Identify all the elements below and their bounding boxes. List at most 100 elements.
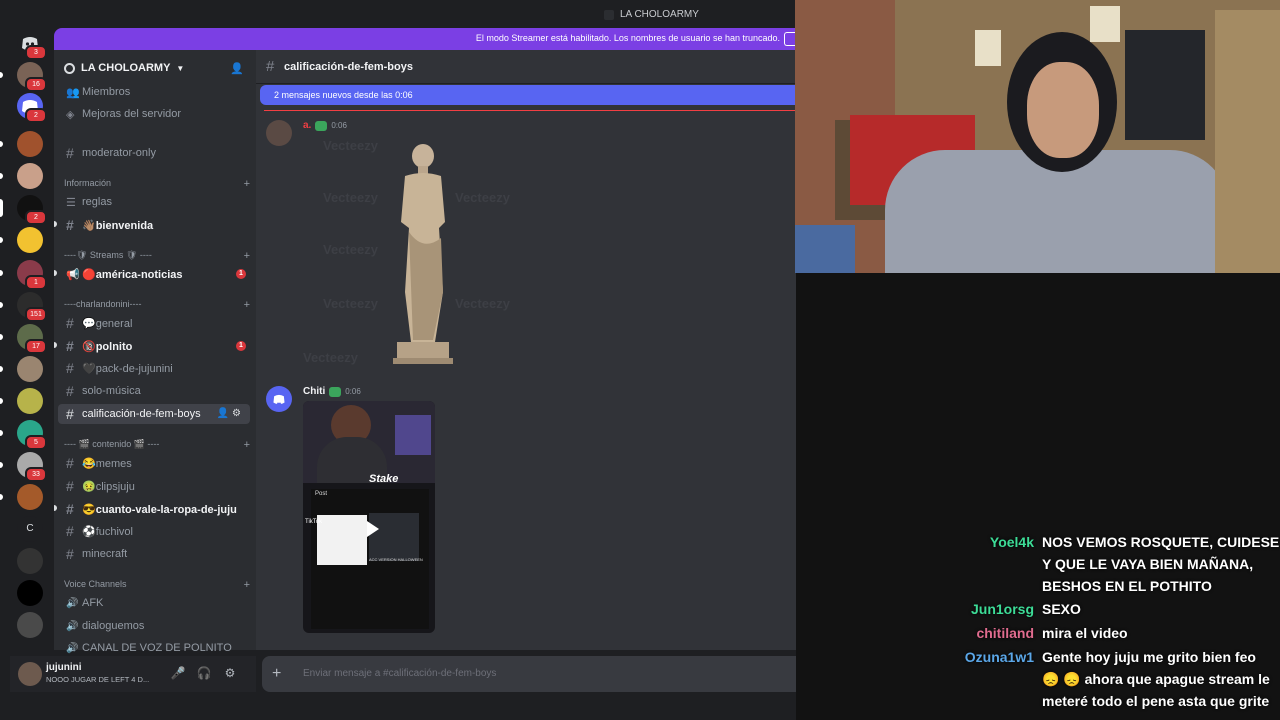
message-avatar[interactable]: [266, 120, 292, 146]
unread-indicator: [54, 221, 57, 227]
unread-indicator: [54, 342, 57, 348]
discord-home-icon[interactable]: 3: [17, 30, 47, 60]
chat-username: Ozuna1w1: [964, 649, 1034, 665]
voice-channel-polnito[interactable]: 🔊 CANAL DE VOZ DE POLNITO: [58, 638, 250, 658]
server-icon-13[interactable]: 33: [0, 452, 47, 482]
headphones-icon[interactable]: 🎧: [196, 666, 212, 682]
channel-pack-de-jujunini[interactable]: # 🖤pack-de-jujunini: [58, 358, 250, 378]
chat-username: [960, 668, 1034, 712]
channel-polnito[interactable]: # 🔞polnito 1: [58, 336, 250, 356]
screen: LA CHOLOARMY El modo Streamer está habil…: [0, 0, 1280, 720]
stream-chat-line: Yoel4k NOS VEMOS ROSQUETE, CUIDESE Y QUE…: [960, 531, 1280, 597]
message-author[interactable]: a.: [303, 120, 311, 131]
add-channel-icon[interactable]: +: [244, 178, 250, 192]
hash-icon: #: [66, 478, 74, 494]
members-item[interactable]: 👥 Miembros: [58, 82, 250, 102]
composer-placeholder: Enviar mensaje a #calificación-de-fem-bo…: [303, 668, 497, 679]
user-settings-gear-icon[interactable]: ⚙: [222, 666, 238, 682]
unread-indicator: [54, 270, 57, 276]
add-attachment-icon[interactable]: +: [272, 665, 281, 683]
channel-fuchivol[interactable]: # ⚽fuchivol: [58, 521, 250, 541]
bottom-strip: [0, 700, 796, 720]
server-icon-18[interactable]: [17, 612, 43, 638]
channel-moderator-only[interactable]: # moderator-only: [58, 143, 250, 163]
add-channel-icon[interactable]: +: [244, 579, 250, 593]
invite-user-icon[interactable]: 👤: [230, 62, 244, 75]
user-avatar[interactable]: [18, 662, 42, 686]
hash-icon: #: [66, 383, 74, 399]
channel-calificacion-de-fem-boys[interactable]: # calificación-de-fem-boys 👤⚙: [58, 404, 250, 424]
statue-figure: [393, 144, 453, 364]
server-icon-10[interactable]: [0, 356, 43, 382]
hash-icon: #: [66, 315, 74, 331]
category-voice-channels[interactable]: Voice Channels +: [64, 579, 250, 593]
server-icon-8[interactable]: 151: [0, 292, 47, 322]
message-time: 0:06: [331, 121, 347, 130]
microphone-icon[interactable]: 🎤: [170, 666, 186, 682]
server-icon-3[interactable]: [0, 131, 43, 157]
server-icon-17[interactable]: [17, 580, 43, 606]
category-streams[interactable]: ----🛡 Streams 🛡 ---- +: [64, 250, 250, 264]
boost-icon: ◈: [66, 108, 75, 121]
server-badge: 2: [25, 108, 47, 123]
channel-minecraft[interactable]: # minecraft: [58, 544, 250, 564]
category-informacion[interactable]: Información +: [64, 178, 250, 192]
mention-badge: 1: [236, 341, 246, 351]
channel-clipsjuju[interactable]: # 🤢clipsjuju: [58, 476, 250, 496]
chat-message: Gente hoy juju me grito bien feo: [1042, 649, 1256, 665]
message-author[interactable]: Chiti: [303, 386, 325, 397]
channel-reglas[interactable]: ☰ reglas: [58, 192, 250, 212]
server-icon-12[interactable]: 5: [0, 420, 47, 450]
window-title-text: LA CHOLOARMY: [620, 9, 699, 20]
category-charlandonini[interactable]: ----charlandonini---- +: [64, 299, 250, 313]
speaker-icon: 🔊: [66, 597, 79, 609]
hash-icon: #: [266, 58, 275, 75]
watermark-text: Vecteezy: [303, 350, 358, 365]
new-messages-bar[interactable]: 2 mensajes nuevos desde las 0:06: [260, 85, 796, 105]
server-icon-2[interactable]: 2: [17, 93, 47, 123]
message-composer[interactable]: + Enviar mensaje a #calificación-de-fem-…: [262, 656, 796, 692]
server-icon-16[interactable]: [17, 548, 43, 574]
add-channel-icon[interactable]: +: [244, 250, 250, 264]
message-avatar[interactable]: [266, 386, 292, 412]
server-icon-c[interactable]: C: [17, 516, 43, 542]
play-icon[interactable]: [367, 521, 379, 537]
channel-america-noticias[interactable]: 📢 🔴américa-noticias 1: [58, 264, 250, 284]
category-contenido[interactable]: ---- 🎬 contenido 🎬 ---- +: [64, 439, 250, 453]
add-channel-icon[interactable]: +: [244, 299, 250, 313]
channel-general[interactable]: # 💬general: [58, 313, 250, 333]
server-boosts-item[interactable]: ◈ Mejoras del servidor: [58, 104, 250, 124]
channel-sidebar: LA CHOLOARMY ▼ 👤 👥 Miembros ◈ Mejoras del …: [54, 50, 256, 654]
voice-channel-dialoguemos[interactable]: 🔊 dialoguemos: [58, 616, 250, 636]
server-icon-7[interactable]: 1: [0, 260, 47, 290]
add-channel-icon[interactable]: +: [244, 439, 250, 453]
server-header[interactable]: LA CHOLOARMY ▼: [64, 60, 244, 76]
watermark-text: Vecteezy: [323, 296, 378, 311]
chat-area: # calificación-de-fem-boys 2 mensajes nu…: [256, 50, 796, 650]
server-badge: 17: [25, 339, 47, 354]
server-icon-9[interactable]: 17: [0, 324, 47, 354]
server-icon-14[interactable]: [0, 484, 43, 510]
chat-username: Yoel4k: [989, 534, 1034, 550]
video-attachment[interactable]: Stake Post ACC VERSION HALLOWEEN TikTok: [303, 401, 435, 633]
hash-icon: #: [66, 406, 74, 422]
channel-actions[interactable]: 👤⚙: [217, 408, 244, 419]
server-badge: 2: [25, 210, 47, 225]
window-title: LA CHOLOARMY: [604, 9, 699, 20]
statue-image[interactable]: Vecteezy Vecteezy Vecteezy Vecteezy Vect…: [303, 138, 543, 368]
channel-solo-musica[interactable]: # solo-música: [58, 381, 250, 401]
channel-memes[interactable]: # 😂memes: [58, 453, 250, 473]
chat-message: mira el video: [1042, 625, 1128, 641]
discord-logo-icon: [273, 394, 285, 404]
channel-bienvenida[interactable]: # 👋🏽bienvenida: [58, 215, 250, 235]
server-icon-6[interactable]: [0, 227, 43, 253]
server-icon-4[interactable]: [0, 163, 43, 189]
server-icon-1[interactable]: 16: [0, 62, 47, 92]
voice-channel-afk[interactable]: 🔊 AFK: [58, 593, 250, 613]
hash-icon: #: [66, 145, 74, 161]
role-badge-icon: [315, 120, 328, 131]
speaker-icon: 🔊: [66, 642, 79, 654]
channel-cuanto-vale[interactable]: # 😎cuanto-vale-la-ropa-de-juju: [58, 499, 250, 519]
server-icon-11[interactable]: [0, 388, 43, 414]
server-icon-5[interactable]: 2: [0, 195, 47, 225]
